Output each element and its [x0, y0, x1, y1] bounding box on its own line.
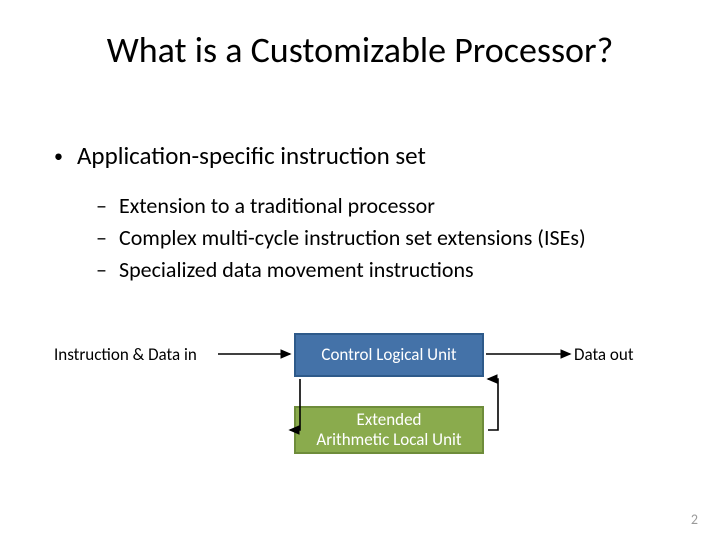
bullet-dot-icon: •	[54, 147, 63, 165]
sub-bullet-2-text: Complex multi-cycle instruction set exte…	[119, 224, 586, 251]
sub-bullet-3-text: Specialized data movement instructions	[119, 256, 474, 283]
bullet-main: • Application-specific instruction set	[54, 140, 426, 171]
dash-icon: –	[96, 192, 107, 219]
sub-bullet-3: – Specialized data movement instructions	[96, 256, 474, 283]
bullet-main-text: Application-specific instruction set	[77, 140, 426, 171]
box-control-logical-unit: Control Logical Unit	[294, 333, 484, 377]
label-instruction-data-in: Instruction & Data in	[54, 344, 197, 365]
box-extended-arithmetic-local-unit: Extended Arithmetic Local Unit	[294, 406, 484, 454]
sub-bullet-1-text: Extension to a traditional processor	[119, 192, 435, 219]
slide: What is a Customizable Processor? • Appl…	[0, 0, 720, 540]
box-clu-text: Control Logical Unit	[321, 345, 456, 365]
page-number: 2	[691, 511, 698, 528]
sub-bullet-2: – Complex multi-cycle instruction set ex…	[96, 224, 586, 251]
sub-bullet-1: – Extension to a traditional processor	[96, 192, 435, 219]
dash-icon: –	[96, 224, 107, 251]
label-data-out: Data out	[574, 344, 634, 365]
box-ealu-text: Extended Arithmetic Local Unit	[316, 410, 461, 451]
dash-icon: –	[96, 256, 107, 283]
arrow-ealu-to-clu-icon	[488, 379, 498, 430]
page-title: What is a Customizable Processor?	[0, 28, 720, 72]
